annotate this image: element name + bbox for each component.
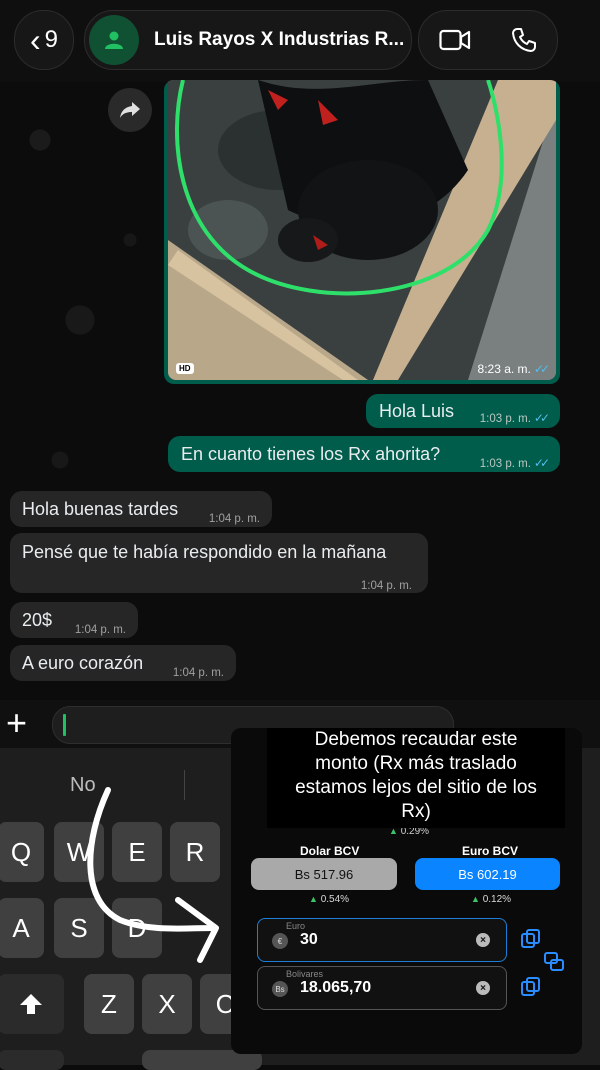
message-in[interactable]: 20$ 1:04 p. m. <box>10 602 138 638</box>
key-z[interactable]: Z <box>84 974 134 1034</box>
message-text: A euro corazón <box>22 653 144 673</box>
plus-icon[interactable]: + <box>6 700 27 746</box>
message-in[interactable]: Pensé que te había respondido en la maña… <box>10 533 428 593</box>
message-time: 1:03 p. m. ✓✓ <box>479 411 550 425</box>
euro-value: Bs 602.19 <box>458 866 517 882</box>
shift-icon <box>20 994 42 1014</box>
contact-info-button[interactable]: Luis Rayos X Industrias R... <box>84 10 412 70</box>
message-out[interactable]: En cuanto tienes los Rx ahorita? 1:03 p.… <box>168 436 560 472</box>
key-bottom-left[interactable] <box>0 1050 64 1070</box>
message-time: 1:04 p. m. <box>360 580 412 592</box>
clear-icon[interactable]: × <box>476 981 490 995</box>
annotation-note: Debemos recaudar este monto (Rx más tras… <box>267 728 565 828</box>
clear-icon[interactable]: × <box>476 933 490 947</box>
unread-count: 9 <box>44 26 58 53</box>
euro-amount: 30 <box>300 931 318 948</box>
read-ticks-icon: ✓✓ <box>533 362 550 376</box>
message-time: 1:04 p. m. <box>208 513 260 525</box>
note-line: estamos lejos del sitio de los <box>295 777 537 798</box>
dolar-value: Bs 517.96 <box>294 866 354 882</box>
key-x[interactable]: X <box>142 974 192 1034</box>
dolar-bcv-button[interactable]: Bs 517.96 <box>251 858 397 890</box>
key-q[interactable]: Q <box>0 822 44 882</box>
bolivares-icon: Bs <box>272 981 288 997</box>
dolar-change: ▲ 0.54% <box>309 894 350 905</box>
message-text: Hola Luis <box>379 401 455 421</box>
key-w[interactable]: W <box>54 822 104 882</box>
back-button[interactable]: ‹ 9 <box>14 10 74 70</box>
note-line: Debemos recaudar este <box>314 729 518 750</box>
euro-icon: € <box>272 933 288 949</box>
key-e[interactable]: E <box>112 822 162 882</box>
euro-amount-input[interactable]: Euro € 30 × <box>257 918 507 962</box>
phone-icon[interactable] <box>511 27 537 53</box>
currency-converter-overlay: Debemos recaudar este monto (Rx más tras… <box>231 728 582 1054</box>
read-ticks-icon: ✓✓ <box>533 456 550 470</box>
chevron-left-icon: ‹ <box>29 22 41 58</box>
euro-field-label: Euro <box>286 921 306 931</box>
suggestion-separator <box>184 770 185 800</box>
photo-content <box>168 80 556 380</box>
note-line: Rx) <box>401 801 431 822</box>
message-text: En cuanto tienes los Rx ahorita? <box>181 444 441 464</box>
key-s[interactable]: S <box>54 898 104 958</box>
message-time: 8:23 a. m. ✓✓ <box>477 362 551 376</box>
euro-change: ▲ 0.12% <box>471 894 512 905</box>
hd-badge: HD <box>176 363 194 374</box>
dolar-label: Dolar BCV <box>300 844 360 858</box>
message-text: Pensé que te había respondido en la maña… <box>22 542 387 562</box>
message-time: 1:04 p. m. <box>172 667 224 679</box>
bolivares-amount-input[interactable]: Bolivares Bs 18.065,70 × <box>257 966 507 1010</box>
chat-header: ‹ 9 Luis Rayos X Industrias R... <box>0 0 600 82</box>
euro-bcv-button[interactable]: Bs 602.19 <box>415 858 560 890</box>
message-in[interactable]: Hola buenas tardes 1:04 p. m. <box>10 491 272 527</box>
euro-label: Euro BCV <box>462 844 519 858</box>
copy-icon[interactable] <box>519 928 541 950</box>
forward-button[interactable] <box>108 88 152 132</box>
message-text: Hola buenas tardes <box>22 499 179 519</box>
key-r[interactable]: R <box>170 822 220 882</box>
message-time: 1:03 p. m. ✓✓ <box>479 456 550 470</box>
person-icon <box>105 31 123 49</box>
message-text: 20$ <box>22 610 53 630</box>
message-time: 1:04 p. m. <box>74 624 126 636</box>
photo[interactable] <box>168 80 556 380</box>
message-out[interactable]: Hola Luis 1:03 p. m. ✓✓ <box>366 394 560 428</box>
message-in[interactable]: A euro corazón 1:04 p. m. <box>10 645 236 681</box>
bolivares-field-label: Bolivares <box>286 969 324 979</box>
read-ticks-icon: ✓✓ <box>533 411 550 425</box>
forward-arrow-icon <box>120 102 140 118</box>
shift-key[interactable] <box>0 974 64 1034</box>
copy-icon[interactable] <box>519 976 541 998</box>
note-line: monto (Rx más traslado <box>315 753 517 774</box>
video-camera-icon[interactable] <box>439 29 471 51</box>
suggestion-word[interactable]: No <box>70 774 96 797</box>
key-d[interactable]: D <box>112 898 162 958</box>
contact-name: Luis Rayos X Industrias R... <box>154 29 405 50</box>
image-message[interactable]: HD 8:23 a. m. ✓✓ <box>164 80 560 384</box>
key-a[interactable]: A <box>0 898 44 958</box>
bolivares-amount: 18.065,70 <box>300 979 372 996</box>
avatar <box>89 15 139 65</box>
swap-icon[interactable] <box>543 950 565 972</box>
call-actions <box>418 10 558 70</box>
text-cursor <box>63 714 66 736</box>
